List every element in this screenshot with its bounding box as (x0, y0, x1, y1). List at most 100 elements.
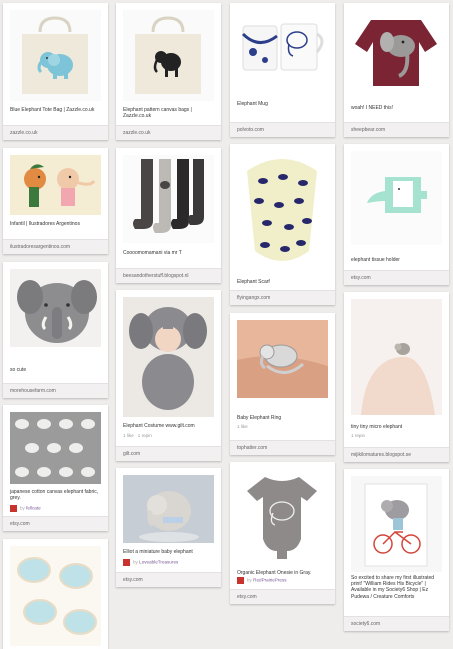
pin-source-bar[interactable]: morehousefarm.com (3, 383, 108, 398)
repin-count[interactable]: 1 repin (138, 433, 152, 438)
pin-source-bar[interactable]: beesandotherstuff.blogspot.nl (116, 268, 221, 283)
pin-source-bar[interactable]: etsy.com (230, 589, 335, 604)
user-avatar[interactable] (10, 505, 17, 512)
pin-source-bar[interactable]: mijikilomatures.blogspot.se (344, 447, 449, 462)
attribution-user[interactable]: fellcate (26, 506, 41, 511)
pin-source[interactable]: tophatter.com (237, 445, 267, 451)
pin-description: woah! I NEED this! (351, 105, 393, 111)
pin-source-bar[interactable]: etsy.com (3, 516, 108, 531)
pin-image-elephant-scarf[interactable] (237, 151, 328, 273)
pin-description: elephant tissue holder (351, 257, 400, 263)
like-count[interactable]: 1 like (123, 433, 134, 438)
pin-card[interactable]: Organic Elephant Onesie in Gray. by RedP… (230, 462, 335, 604)
pin-card[interactable] (3, 539, 108, 649)
pin-card[interactable]: woah! I NEED this! sheepbear.com (344, 3, 449, 137)
pin-card[interactable]: so cute morehousefarm.com (3, 262, 108, 398)
pin-image-micro-elephant[interactable] (351, 299, 442, 415)
pin-card[interactable]: Infantil | Ilustradores Argentinos ilust… (3, 148, 108, 254)
pin-description: Elephant Mug (237, 101, 268, 107)
pin-card[interactable]: Blue Elephant Tote Bag | Zazzle.co.uk za… (3, 3, 108, 140)
pin-description: Elephant Scarf (237, 279, 270, 285)
pin-description: tiny tiny micro elephant (351, 424, 403, 430)
pin-source[interactable]: zazzle.co.uk (10, 130, 38, 136)
pin-source[interactable]: flyingangx.com (237, 295, 270, 301)
pin-image-blue-elephant-tote[interactable] (10, 10, 101, 101)
pin-card[interactable]: Elliot a miniature baby elephant by Love… (116, 468, 221, 587)
pin-source[interactable]: society6.com (351, 621, 380, 627)
pin-description: Elephant pattern canvas bags | Zazzle.co… (123, 107, 192, 120)
pin-source[interactable]: etsy.com (351, 275, 371, 281)
pin-image-elephant-tissue-holder[interactable] (351, 151, 442, 245)
pin-source-bar[interactable]: sheepbear.com (344, 122, 449, 137)
pin-source-bar[interactable]: flyingangx.com (230, 290, 335, 305)
pin-image-miniature-baby-elephant[interactable] (123, 475, 214, 543)
pin-source[interactable]: polvoto.com (237, 127, 264, 133)
pin-stats: 1 like (237, 424, 328, 429)
attribution-by: by (133, 559, 138, 565)
pin-card[interactable]: So excited to share my first illustrated… (344, 469, 449, 631)
pin-source-bar[interactable]: society6.com (344, 616, 449, 631)
pin-image-elephant-sweatshirt[interactable] (351, 10, 442, 92)
like-count[interactable]: 1 like (237, 424, 248, 429)
pin-image-baby-elephant-costume[interactable] (123, 297, 214, 417)
pin-card[interactable]: tiny tiny micro elephant 1 repin mijikil… (344, 292, 449, 462)
attribution-by: by (20, 505, 25, 511)
pin-attribution[interactable]: by fellcate (10, 505, 101, 514)
pin-card[interactable]: Elephant pattern canvas bags | Zazzle.co… (116, 3, 221, 140)
attribution-user[interactable]: RedPrairiePress (253, 578, 286, 583)
pin-image-knit-elephant-backpack[interactable] (10, 269, 101, 347)
pin-description: So excited to share my first illustrated… (351, 575, 435, 600)
pin-source[interactable]: morehousefarm.com (10, 388, 56, 394)
pin-description: Elliot a miniature baby elephant (123, 549, 193, 555)
pin-image-baby-elephant-ring[interactable] (237, 320, 328, 398)
pin-card[interactable]: Coooomomamani via mr T beesandotherstuff… (116, 148, 221, 283)
pin-description: japanese cotton canvas elephant fabric, … (10, 489, 99, 502)
pin-image-william-rides-bicycle-print[interactable] (351, 476, 442, 572)
pin-source[interactable]: etsy.com (10, 521, 30, 527)
pin-image-elephant-pattern-bag[interactable] (123, 10, 214, 101)
pin-source[interactable]: zazzle.co.uk (123, 130, 151, 136)
pin-source-bar[interactable]: zazzle.co.uk (116, 125, 221, 140)
pin-source-bar[interactable]: gilt.com (116, 446, 221, 461)
pin-source[interactable]: etsy.com (123, 577, 143, 583)
pin-source[interactable]: beesandotherstuff.blogspot.nl (123, 273, 189, 279)
pin-source[interactable]: etsy.com (237, 594, 257, 600)
pin-card[interactable]: Baby Elephant Ring 1 like tophatter.com (230, 313, 335, 455)
pin-source-bar[interactable]: ilustradoresargentinos.com (3, 239, 108, 254)
pin-card[interactable]: elephant tissue holder etsy.com (344, 144, 449, 285)
pin-image-illustration-argentinos[interactable] (10, 155, 101, 215)
pin-source[interactable]: sheepbear.com (351, 127, 385, 133)
pin-source[interactable]: gilt.com (123, 451, 140, 457)
pin-stats: 1 like 1 repin (123, 433, 214, 438)
pin-card[interactable]: Elephant Scarf flyingangx.com (230, 144, 335, 305)
pin-source[interactable]: ilustradoresargentinos.com (10, 244, 70, 250)
pin-source-bar[interactable]: etsy.com (344, 270, 449, 285)
pin-description: Blue Elephant Tote Bag | Zazzle.co.uk (10, 107, 95, 113)
pin-attribution[interactable]: by RedPrairiePress (237, 577, 328, 586)
pin-card[interactable]: Elephant Costume www.gilt.com 1 like 1 re… (116, 290, 221, 461)
pin-image-elephant-fabric[interactable] (10, 412, 101, 484)
attribution-by: by (247, 577, 252, 583)
pin-description: Elephant Costume www.gilt.com (123, 423, 195, 429)
pin-source-bar[interactable]: zazzle.co.uk (3, 125, 108, 140)
pin-source[interactable]: mijikilomatures.blogspot.se (351, 452, 411, 458)
pin-card[interactable]: Elephant Mug polvoto.com (230, 3, 335, 137)
pin-board: Blue Elephant Tote Bag | Zazzle.co.uk za… (0, 0, 453, 649)
pin-source-bar[interactable]: polvoto.com (230, 122, 335, 137)
pin-description: Baby Elephant Ring (237, 415, 282, 421)
pin-image-elephant-cookies[interactable] (10, 546, 101, 646)
attribution-user[interactable]: LoveableTreasures (139, 560, 178, 565)
pin-image-elephant-mug[interactable] (237, 10, 328, 90)
user-avatar[interactable] (237, 577, 244, 584)
repin-count[interactable]: 1 repin (351, 433, 365, 438)
user-avatar[interactable] (123, 559, 130, 566)
pin-image-elephant-onesie[interactable] (237, 469, 328, 565)
pin-attribution[interactable]: by LoveableTreasures (123, 559, 214, 568)
pin-stats: 1 repin (351, 433, 442, 438)
pin-source-bar[interactable]: etsy.com (116, 572, 221, 587)
pin-description: Infantil | Ilustradores Argentinos (10, 221, 80, 227)
pin-description: Organic Elephant Onesie in Gray. (237, 570, 312, 576)
pin-image-elephant-socks[interactable] (123, 155, 214, 243)
pin-source-bar[interactable]: tophatter.com (230, 440, 335, 455)
pin-card[interactable]: japanese cotton canvas elephant fabric, … (3, 405, 108, 531)
